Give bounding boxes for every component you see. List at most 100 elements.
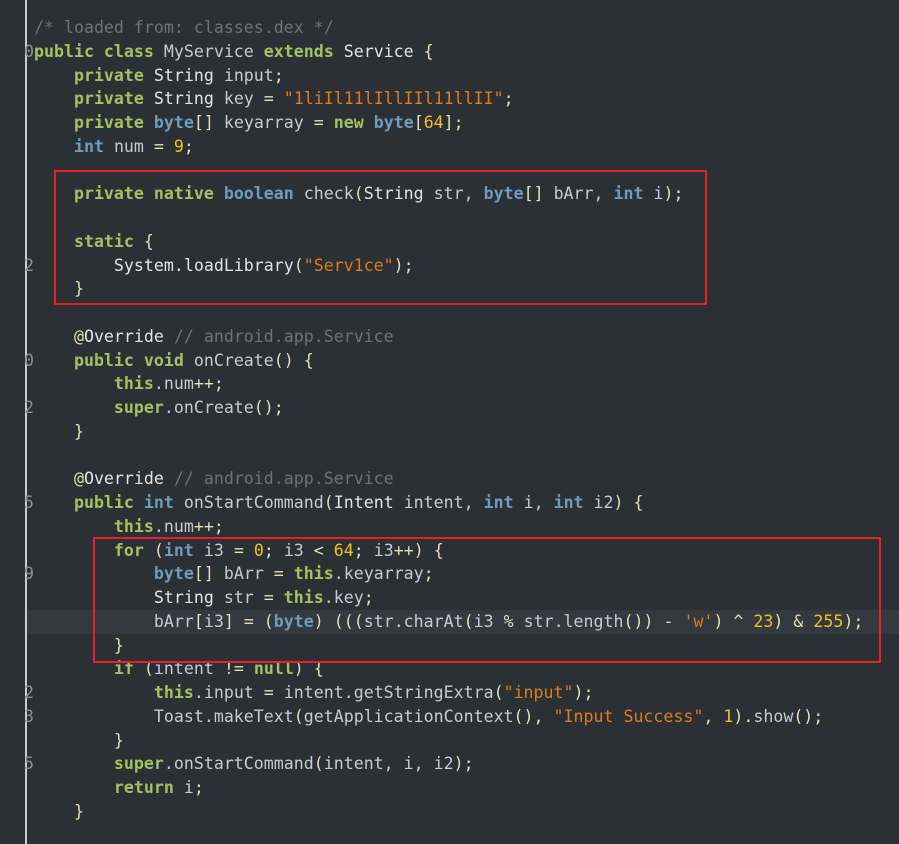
code-token: MyService (163, 41, 264, 61)
code-token: ; (193, 778, 204, 797)
code-line[interactable]: 3 Toast.makeText(getApplicationContext()… (24, 705, 899, 729)
code-line[interactable]: return i; (34, 776, 899, 800)
code-token: getApplicationContext (303, 706, 514, 726)
line-number: 0 (24, 41, 34, 61)
code-token: ; (503, 89, 514, 109)
code-token: ++; (193, 374, 224, 394)
line-number: 9 (24, 564, 34, 584)
code-line[interactable]: int num = 9; (34, 135, 899, 159)
code-token: (), (513, 706, 554, 726)
code-line[interactable]: @Override // android.app.Service (34, 325, 899, 349)
code-token: ; (273, 65, 284, 85)
code-token: .input (193, 683, 264, 702)
code-token: public class (34, 41, 164, 61)
code-line[interactable]: 0 public class MyService extends Service … (24, 40, 899, 64)
code-token: // android.app.Service (173, 326, 394, 346)
code-token: 9 (173, 136, 184, 156)
code-token: String (153, 65, 224, 85)
code-token: private (34, 89, 154, 109)
code-token: i (183, 778, 194, 797)
code-line[interactable]: } (34, 800, 899, 824)
code-token: this (34, 516, 154, 536)
code-token: ); (453, 754, 474, 774)
code-token: @ (34, 326, 84, 346)
code-token: ( (293, 706, 304, 726)
code-token: Override (83, 326, 174, 346)
code-token: show (753, 706, 794, 726)
code-line[interactable]: private String input; (34, 64, 899, 88)
code-token: [ (413, 113, 424, 132)
code-line[interactable]: } (34, 420, 899, 444)
code-token: private (34, 65, 154, 85)
code-line[interactable] (34, 444, 899, 468)
code-token: ); (573, 683, 594, 702)
code-line[interactable]: 5 public int onStartCommand(Intent inten… (24, 491, 899, 515)
code-token: int (143, 493, 184, 512)
code-token: ; (183, 136, 194, 156)
line-number: 0 (24, 350, 34, 370)
code-token: onCreate (193, 350, 274, 370)
code-line[interactable]: 2 this.input = intent.getStringExtra("in… (24, 681, 899, 705)
code-token: keyarray (223, 113, 314, 132)
code-line[interactable]: private String key = "1liIl11lIllIIl11ll… (34, 87, 899, 111)
code-token: Intent (333, 493, 404, 512)
code-token: ]; (443, 113, 464, 132)
code-line[interactable]: /* loaded from: classes.dex */ (34, 16, 899, 40)
code-token: // android.app.Service (173, 469, 394, 489)
code-line[interactable]: private byte[] keyarray = new byte[64]; (34, 111, 899, 135)
line-number: 2 (24, 398, 34, 417)
code-token: new (333, 113, 374, 132)
code-token: .onStartCommand (163, 754, 314, 774)
code-token: int (483, 493, 524, 512)
code-token: () { (273, 350, 314, 370)
code-token: onStartCommand (183, 493, 324, 512)
code-token: } (34, 421, 84, 441)
line-number: 5 (24, 754, 34, 774)
code-token: .num (153, 374, 194, 394)
code-token: "1liIl11lIllIIl11llII" (283, 89, 504, 109)
line-number: 3 (24, 706, 34, 726)
code-token: [] (193, 113, 224, 132)
code-token: private (34, 113, 154, 132)
code-editor[interactable]: /* loaded from: classes.dex */0 public cl… (24, 16, 899, 824)
code-token: extends (263, 41, 344, 61)
code-token: Service (343, 41, 424, 61)
code-token: byte (373, 113, 414, 132)
code-token: super (34, 754, 164, 774)
code-token: this (34, 374, 154, 394)
code-token: int (553, 493, 594, 512)
code-token: ). (733, 706, 754, 726)
code-token: public void (34, 350, 194, 370)
code-token: .num (153, 516, 194, 536)
code-token: ) { (613, 493, 644, 512)
code-token: "input" (503, 683, 574, 702)
code-line[interactable]: this.num++; (34, 372, 899, 396)
code-token: byte (153, 113, 194, 132)
code-token: i, (523, 493, 554, 512)
code-token: intent, i, i2 (323, 754, 454, 774)
code-line[interactable]: 5 super.onStartCommand(intent, i, i2); (24, 752, 899, 776)
code-token: ( (323, 493, 334, 512)
code-line[interactable]: this.num++; (34, 515, 899, 539)
code-token: ++; (193, 516, 224, 536)
code-token: .onCreate (163, 398, 254, 417)
code-token: intent, (403, 493, 484, 512)
code-token: (); (253, 398, 284, 417)
highlight-box-key-loop (93, 537, 881, 663)
code-token: { (423, 41, 434, 61)
code-line[interactable]: } (34, 729, 899, 753)
code-line[interactable]: 2 super.onCreate(); (24, 396, 899, 420)
code-token: num (113, 136, 154, 156)
code-token: (); (793, 706, 824, 726)
code-line[interactable]: 0 public void onCreate() { (24, 349, 899, 373)
code-token: 64 (423, 113, 444, 132)
code-line[interactable]: @Override // android.app.Service (34, 467, 899, 491)
code-token: this (34, 683, 194, 702)
code-token: Override (83, 469, 174, 489)
code-token: key (223, 89, 264, 109)
code-token: int (34, 136, 114, 156)
code-token: 1 (723, 706, 734, 726)
code-token: intent.getStringExtra (283, 683, 494, 702)
code-token: ( (493, 683, 504, 702)
code-token: /* loaded from: classes.dex */ (34, 18, 334, 37)
